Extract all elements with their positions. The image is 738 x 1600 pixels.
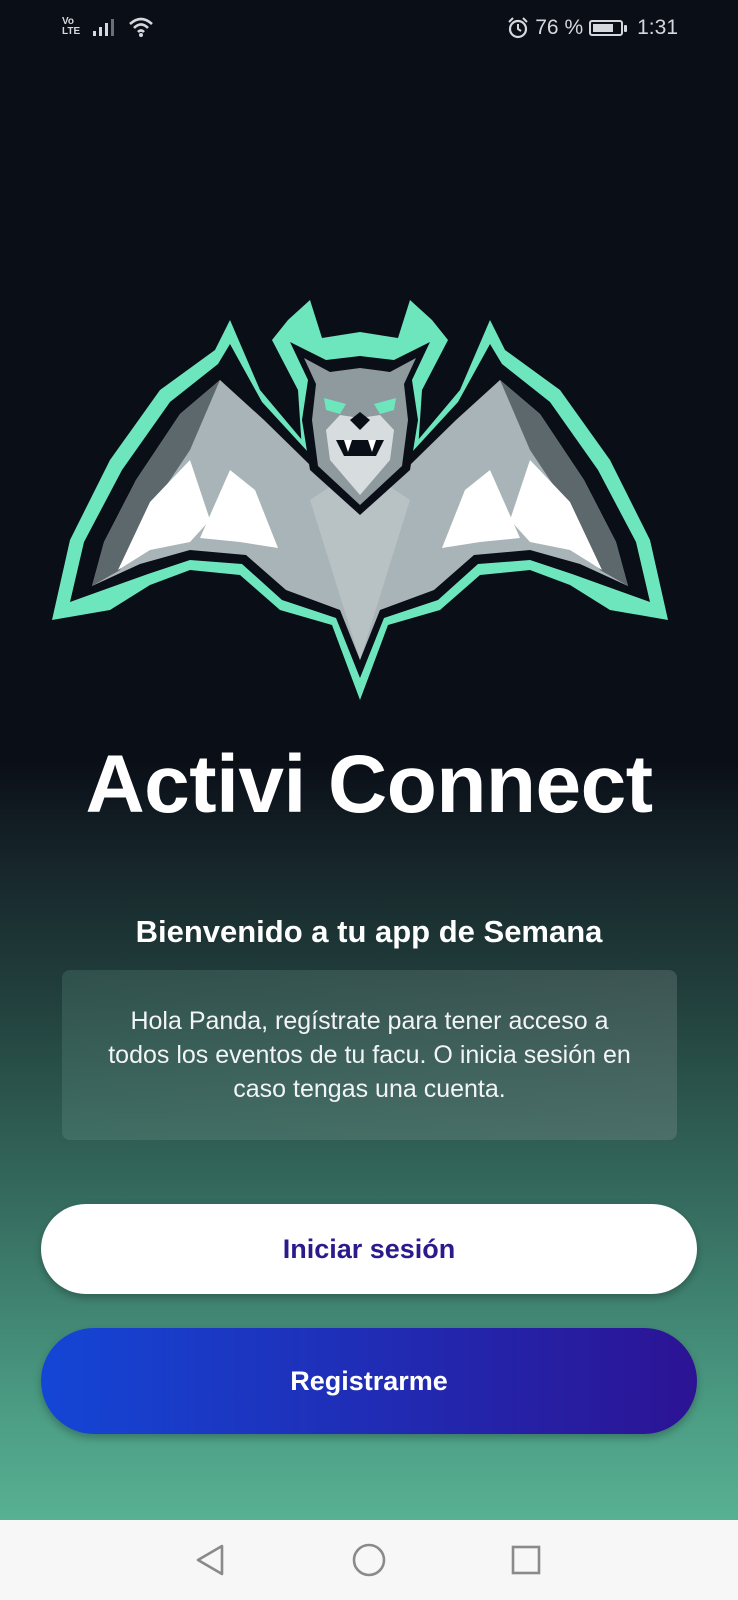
app-title: Activi Connect bbox=[85, 739, 653, 830]
wifi-icon bbox=[129, 17, 154, 37]
battery-percentage: 76 % bbox=[535, 16, 584, 39]
status-bar: Vo LTE 76 % 1:31 bbox=[0, 0, 738, 58]
login-button[interactable]: Iniciar sesión bbox=[41, 1204, 697, 1294]
clock: 1:31 bbox=[637, 16, 678, 39]
home-icon[interactable] bbox=[349, 1540, 389, 1580]
welcome-heading: Bienvenido a tu app de Semana bbox=[135, 914, 603, 949]
back-icon[interactable] bbox=[190, 1540, 230, 1580]
welcome-screen: Vo LTE 76 % 1:31 Activi Connect Bienveni… bbox=[0, 0, 738, 1600]
bat-logo bbox=[52, 300, 668, 700]
navigation-bar bbox=[0, 1520, 738, 1600]
volte-icon: Vo LTE bbox=[62, 16, 81, 37]
battery-level bbox=[593, 24, 614, 32]
battery-icon bbox=[589, 20, 628, 36]
info-card: Hola Panda, regístrate para tener acceso… bbox=[62, 970, 677, 1140]
info-text: Hola Panda, regístrate para tener acceso… bbox=[108, 1007, 631, 1103]
recents-icon[interactable] bbox=[506, 1540, 546, 1580]
register-button[interactable]: Registrarme bbox=[41, 1328, 697, 1434]
signal-icon bbox=[93, 19, 115, 36]
alarm-icon bbox=[508, 17, 528, 39]
